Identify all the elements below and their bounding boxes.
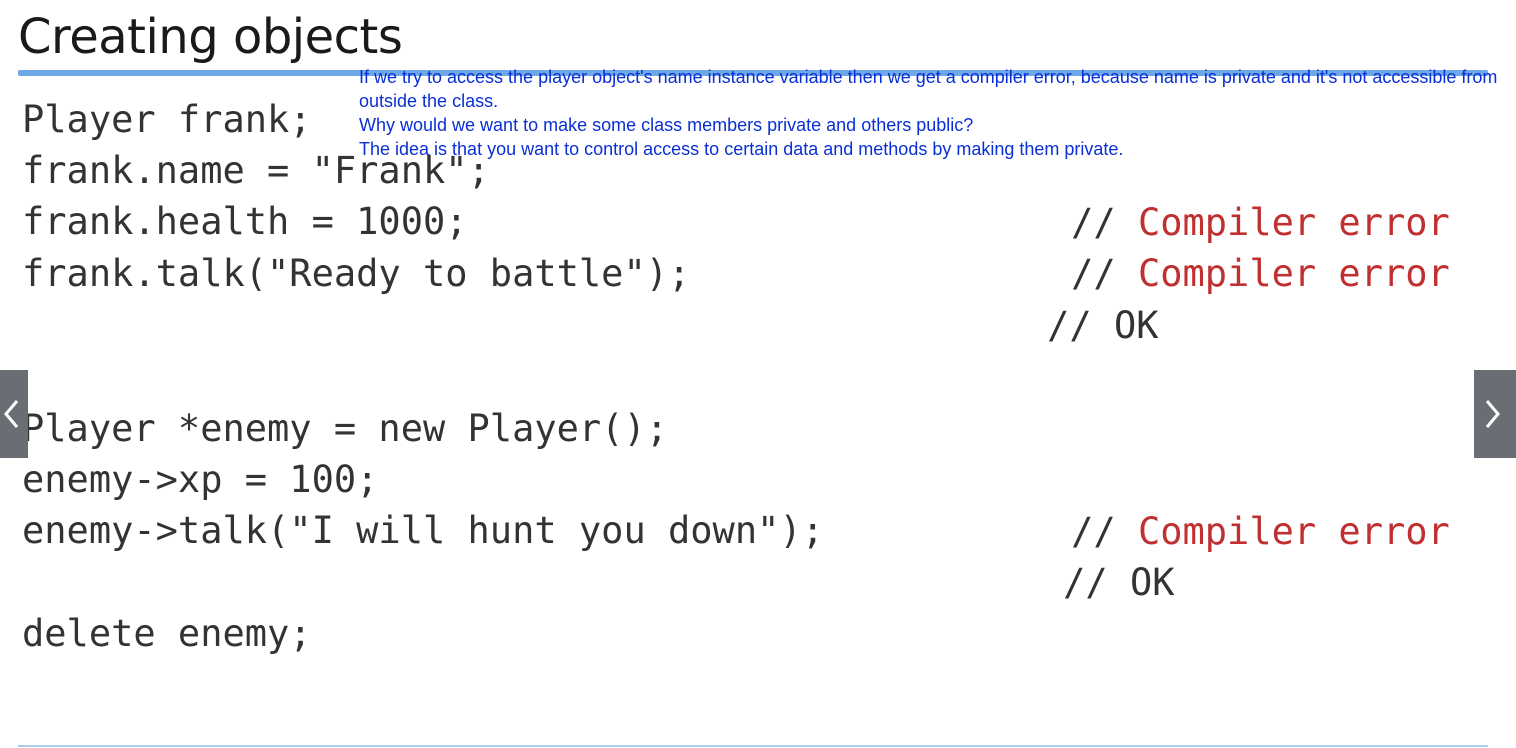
comment-slashes: // [1063, 561, 1108, 604]
next-slide-button[interactable] [1474, 370, 1516, 458]
chevron-right-icon [1481, 397, 1503, 431]
previous-slide-button[interactable] [0, 370, 28, 458]
code-line-8: delete enemy; [22, 612, 312, 655]
code-line-7: enemy->talk("I will hunt you down"); [22, 509, 824, 552]
caption-line-2: Why would we want to make some class mem… [359, 115, 974, 135]
slide-title: Creating objects [18, 9, 403, 65]
code-line-4: frank.talk("Ready to battle"); [22, 252, 691, 295]
comment-ok-2: // OK [974, 505, 1175, 661]
code-line-3: frank.health = 1000; [22, 200, 468, 243]
caption-line-3: The idea is that you want to control acc… [359, 139, 1124, 159]
compiler-error-label: Compiler error [1137, 252, 1450, 295]
comment-ok-1: // OK [958, 248, 1159, 404]
ok-label: OK [1113, 304, 1159, 347]
comment-slashes: // [1047, 304, 1092, 347]
code-line-6: enemy->xp = 100; [22, 458, 379, 501]
caption-line-1: If we try to access the player object's … [359, 67, 1498, 111]
slide: Creating objects Player frank; frank.nam… [0, 0, 1516, 748]
bottom-divider [18, 745, 1488, 747]
compiler-error-label: Compiler error [1137, 510, 1450, 553]
caption-overlay: If we try to access the player object's … [359, 65, 1509, 161]
ok-label: OK [1129, 561, 1175, 604]
code-line-5: Player *enemy = new Player(); [22, 407, 669, 450]
chevron-left-icon [1, 397, 23, 431]
code-line-1: Player frank; [22, 98, 312, 141]
